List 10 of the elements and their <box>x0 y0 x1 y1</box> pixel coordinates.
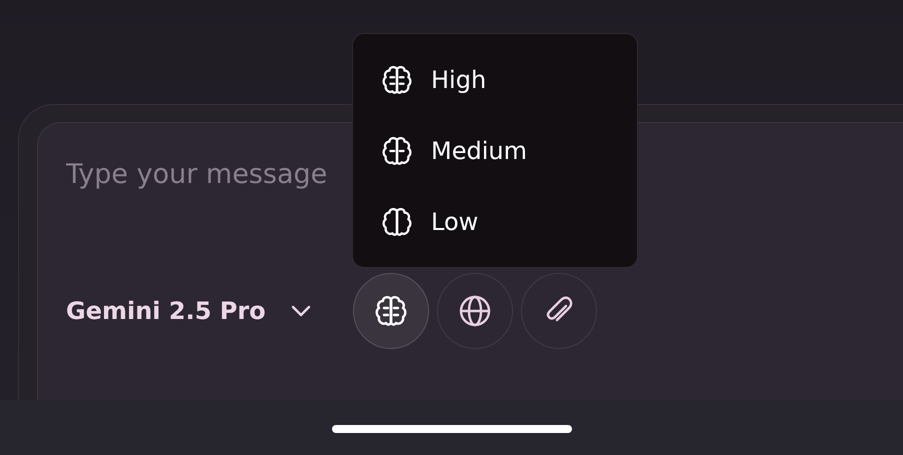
globe-icon <box>458 294 492 328</box>
web-search-button[interactable] <box>436 273 513 349</box>
brain-icon <box>381 206 413 236</box>
attach-button[interactable] <box>520 273 597 349</box>
menu-item[interactable]: High <box>353 44 637 115</box>
model-selector[interactable]: Gemini 2.5 Pro <box>66 297 312 325</box>
brain-icon <box>381 136 413 166</box>
brain-icon <box>374 295 408 327</box>
chevron-down-icon <box>290 304 312 318</box>
brain-icon <box>381 64 413 94</box>
